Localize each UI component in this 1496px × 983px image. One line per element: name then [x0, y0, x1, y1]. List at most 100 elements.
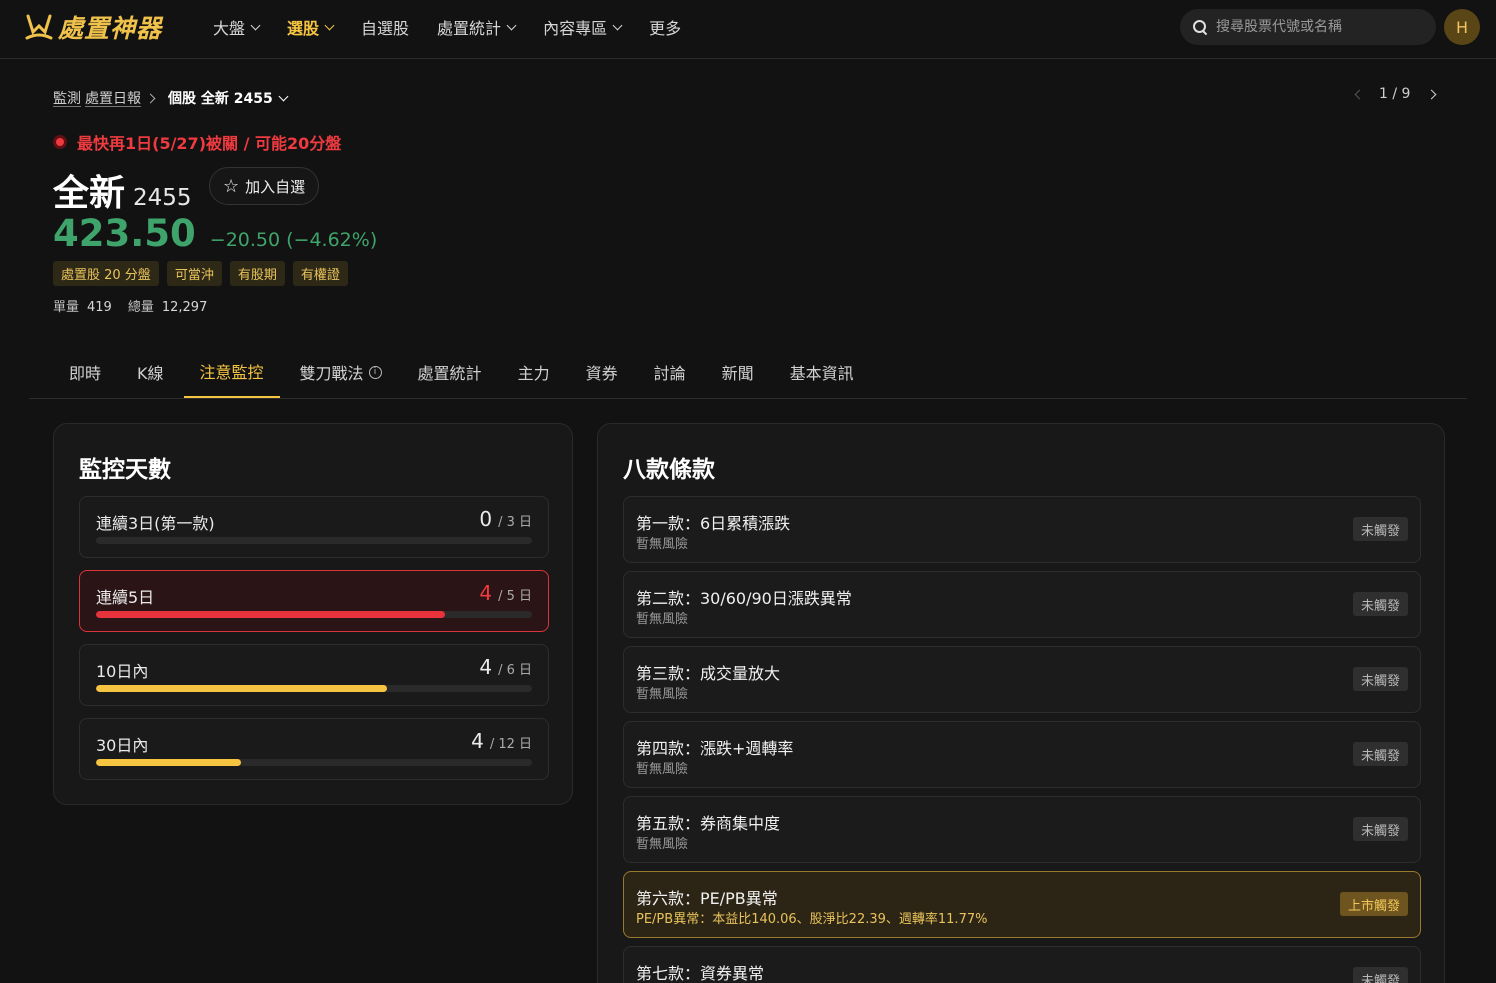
clause-badge: 未觸發	[1352, 592, 1408, 616]
nav-item-market[interactable]: 大盤	[213, 15, 261, 39]
monitor-count: 4	[471, 729, 484, 753]
nav-item-watchlist[interactable]: 自選股	[361, 15, 409, 39]
clause-title: 第七款：資券異常	[636, 964, 765, 983]
tab-margin[interactable]: 資券	[570, 346, 634, 398]
clause-badge: 未觸發	[1352, 817, 1408, 841]
clause-title: 第五款：券商集中度	[636, 814, 781, 833]
clause-badge: 未觸發	[1352, 517, 1408, 541]
breadcrumb: 監測 處置日報 個股 全新 2455	[53, 88, 289, 108]
chevron-down-icon	[612, 20, 623, 30]
clause-badge: 未觸發	[1352, 967, 1408, 983]
tag-futures: 有股期	[229, 261, 285, 286]
monitor-label: 10日內	[96, 662, 149, 681]
nav-item-stock-picker[interactable]: 選股	[287, 15, 335, 39]
price-change: −20.50 (−4.62%)	[209, 229, 378, 251]
clause-title: 第二款：30/60/90日漲跌異常	[636, 589, 852, 608]
monitor-days-panel: 監控天數 連續3日(第一款) 0 / 3 日 連續5日 4 / 5 日 10日內 4…	[53, 423, 573, 805]
nav-label: 更多	[649, 19, 682, 38]
monitor-value: 0 / 3 日	[479, 507, 532, 531]
search-input[interactable]	[1216, 19, 1426, 35]
clause-row[interactable]: 第三款：成交量放大 暫無風險 未觸發	[623, 646, 1421, 713]
nav-item-content[interactable]: 內容專區	[543, 15, 623, 39]
add-to-watchlist-label: 加入自選	[245, 177, 306, 196]
logo-icon	[25, 14, 53, 40]
stock-pager: 1 / 9	[1350, 86, 1437, 102]
chevron-right-icon	[145, 93, 156, 103]
clause-badge: 未觸發	[1352, 667, 1408, 691]
clause-title: 第六款：PE/PB異常	[636, 889, 778, 908]
pager-indicator: 1 / 9	[1379, 86, 1411, 102]
tab-disposal-stats[interactable]: 處置統計	[402, 346, 498, 398]
clause-status: 暫無風險	[636, 762, 689, 777]
search-box	[1180, 9, 1436, 45]
clause-row[interactable]: 第二款：30/60/90日漲跌異常 暫無風險 未觸發	[623, 571, 1421, 638]
tab-basic-info[interactable]: 基本資訊	[774, 346, 870, 398]
tab-news[interactable]: 新聞	[706, 346, 770, 398]
main-nav: 大盤 選股 自選股 處置統計 內容專區 更多	[213, 0, 709, 54]
progress-fill	[96, 759, 242, 766]
prev-stock-icon[interactable]	[1354, 89, 1365, 99]
clause-badge: 未觸發	[1352, 742, 1408, 766]
next-stock-icon[interactable]	[1426, 89, 1437, 99]
tab-attention-monitor[interactable]: 注意監控	[183, 346, 280, 398]
eight-clauses-panel: 八款條款 第一款：6日累積漲跌 暫無風險 未觸發 第二款：30/60/90日漲跌…	[597, 423, 1445, 983]
breadcrumb-link-monitor[interactable]: 監測	[53, 88, 81, 108]
monitor-total: / 12 日	[489, 737, 532, 752]
breadcrumb-current-label: 個股 全新 2455	[168, 91, 273, 107]
nav-item-disposal-stats[interactable]: 處置統計	[437, 15, 517, 39]
breadcrumb-current-stock[interactable]: 個股 全新 2455	[168, 88, 289, 108]
alert-dot-icon	[53, 135, 67, 149]
monitor-count: 4	[479, 655, 493, 679]
nav-label: 大盤	[213, 19, 246, 38]
progress-bar	[96, 611, 532, 618]
clause-row[interactable]: 第五款：券商集中度 暫無風險 未觸發	[623, 796, 1421, 863]
tab-kline[interactable]: K線	[121, 346, 180, 398]
total-volume: 總量 12,297	[127, 300, 208, 315]
app-logo[interactable]: 處置神器	[24, 10, 162, 44]
tag-warrants: 有權證	[292, 261, 348, 286]
chevron-down-icon	[506, 20, 517, 30]
single-volume: 單量 419	[53, 300, 112, 315]
monitor-label: 連續5日	[96, 588, 155, 607]
progress-bar	[96, 537, 532, 544]
clause-badge: 上市觸發	[1339, 892, 1408, 916]
avatar[interactable]: H	[1444, 9, 1480, 45]
nav-item-more[interactable]: 更多	[649, 15, 681, 39]
stock-tabs: 即時 K線 注意監控 雙刀戰法 i 處置統計 主力 資券 討論 新聞 基本資訊	[29, 346, 1467, 399]
monitor-item: 連續3日(第一款) 0 / 3 日	[79, 496, 549, 558]
disposal-alert: 最快再1日(5/27)被關 / 可能20分盤	[53, 130, 341, 154]
add-to-watchlist-button[interactable]: ☆ 加入自選	[209, 167, 320, 205]
monitor-label: 30日內	[96, 736, 149, 755]
clause-title: 第三款：成交量放大	[636, 664, 781, 683]
nav-label: 自選股	[361, 19, 410, 38]
clause-row-triggered[interactable]: 第六款：PE/PB異常 PE/PB異常：本益比140.06、股淨比22.39、週…	[623, 871, 1421, 938]
chevron-down-icon	[278, 91, 289, 101]
clause-row[interactable]: 第七款：資券異常 未觸發	[623, 946, 1421, 983]
info-icon[interactable]: i	[368, 365, 382, 379]
breadcrumb-link-daily-report[interactable]: 處置日報	[85, 88, 141, 108]
monitor-count: 4	[479, 581, 493, 605]
monitor-total: / 6 日	[498, 663, 532, 678]
progress-fill	[96, 611, 445, 618]
clause-status: 暫無風險	[636, 612, 689, 627]
price-row: 423.50 −20.50 (−4.62%)	[53, 212, 377, 255]
tab-label: 雙刀戰法	[299, 364, 364, 383]
logo-text: 處置神器	[58, 14, 163, 43]
tab-discussion[interactable]: 討論	[638, 346, 702, 398]
clause-row[interactable]: 第一款：6日累積漲跌 暫無風險 未觸發	[623, 496, 1421, 563]
monitor-item: 連續5日 4 / 5 日	[79, 570, 549, 632]
monitor-value: 4 / 12 日	[471, 729, 532, 753]
monitor-label: 連續3日(第一款)	[96, 514, 215, 533]
tab-double-blade[interactable]: 雙刀戰法 i	[284, 346, 398, 398]
monitor-count: 0	[479, 507, 493, 531]
progress-bar	[96, 685, 532, 692]
clause-status: 暫無風險	[636, 837, 689, 852]
volume-info: 單量 419 總量 12,297	[53, 296, 207, 315]
tab-major-players[interactable]: 主力	[502, 346, 566, 398]
current-price: 423.50	[53, 212, 196, 255]
monitor-item: 30日內 4 / 12 日	[79, 718, 549, 780]
monitor-days-title: 監控天數	[79, 457, 171, 483]
clause-title: 第一款：6日累積漲跌	[636, 514, 791, 533]
clause-row[interactable]: 第四款：漲跌+週轉率 暫無風險 未觸發	[623, 721, 1421, 788]
tab-realtime[interactable]: 即時	[29, 346, 117, 398]
